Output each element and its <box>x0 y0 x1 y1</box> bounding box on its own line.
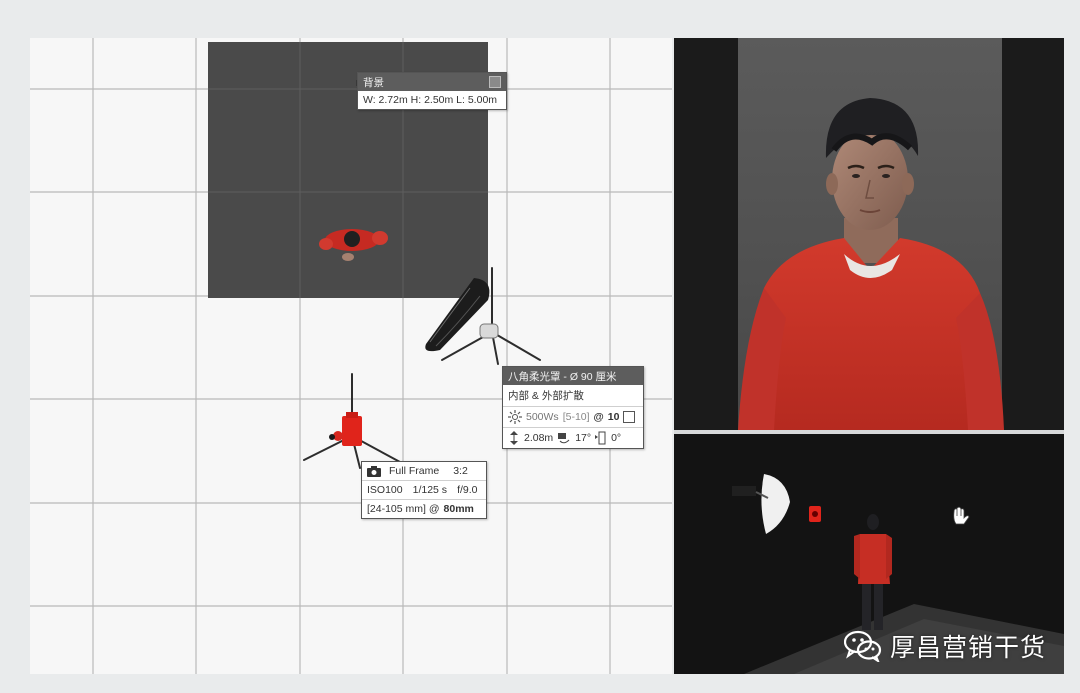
softbox-power: 500Ws <box>526 411 559 423</box>
wechat-icon <box>843 630 882 662</box>
camera-info-panel: Full Frame 3:2 ISO100 1/125 s f/9.0 [24-… <box>361 461 487 519</box>
camera-exposure-row: ISO100 1/125 s f/9.0 <box>362 480 486 499</box>
backdrop-dimensions: W: 2.72m H: 2.50m L: 5.00m <box>363 94 498 106</box>
camera-sensor-row: Full Frame 3:2 <box>362 462 486 480</box>
camera-icon <box>367 465 381 477</box>
softbox-height: 2.08m <box>524 432 554 444</box>
camera-lens-range: [24-105 mm] @ <box>367 503 440 515</box>
backdrop-title: 背景 <box>363 76 384 89</box>
sun-burst-icon <box>508 410 522 424</box>
hand-cursor-icon <box>953 506 970 525</box>
softbox-power-range: [5-10] <box>562 411 590 423</box>
watermark: 厚昌营销干货 <box>843 628 1046 664</box>
app-frame: 背景 W: 2.72m H: 2.50m L: 5.00m 八角柔光罩 - Ø … <box>0 0 1080 693</box>
watermark-text: 厚昌营销干货 <box>889 634 1046 662</box>
height-arrows-icon <box>510 431 518 445</box>
rotation-icon <box>595 431 606 445</box>
softbox-position-row: 2.08m 17° 0° <box>503 427 643 448</box>
softbox-rotation: 0° <box>611 432 622 444</box>
camera-focal-length: 80mm <box>443 503 474 515</box>
camera-iso: ISO100 <box>367 484 403 496</box>
camera-preview-panel <box>674 38 1064 430</box>
backdrop-color-swatch[interactable] <box>489 76 501 88</box>
model-render <box>738 98 1004 430</box>
softbox-tilt: 17° <box>575 432 592 444</box>
softbox-info-panel: 八角柔光罩 - Ø 90 厘米 内部 & 外部扩散 500Ws [5-10] @… <box>502 366 644 449</box>
softbox-info-header: 八角柔光罩 - Ø 90 厘米 <box>503 367 643 385</box>
camera-on-tripod[interactable] <box>298 372 408 472</box>
octabox-light[interactable] <box>418 260 548 370</box>
backdrop-info-header: 背景 <box>358 73 506 91</box>
camera-aperture: f/9.0 <box>457 484 478 496</box>
softbox-power-row: 500Ws [5-10] @ 10 <box>503 406 643 427</box>
softbox-power-at: @ <box>593 411 604 423</box>
softbox-title: 八角柔光罩 - Ø 90 厘米 <box>508 370 617 383</box>
camera-shutter: 1/125 s <box>412 484 448 496</box>
camera-lens-row: [24-105 mm] @ 80mm <box>362 499 486 518</box>
softbox-color-swatch[interactable] <box>623 411 636 423</box>
softbox-power-level: 10 <box>607 411 620 423</box>
tilt-icon <box>558 433 570 444</box>
subject-top-view[interactable] <box>316 218 396 268</box>
camera-ratio: 3:2 <box>453 465 468 477</box>
softbox-diffusion: 内部 & 外部扩散 <box>508 390 584 402</box>
backdrop-info-panel: 背景 W: 2.72m H: 2.50m L: 5.00m <box>357 72 507 110</box>
camera-sensor: Full Frame <box>389 465 440 477</box>
floor-plan-canvas[interactable]: 背景 W: 2.72m H: 2.50m L: 5.00m 八角柔光罩 - Ø … <box>30 38 672 674</box>
